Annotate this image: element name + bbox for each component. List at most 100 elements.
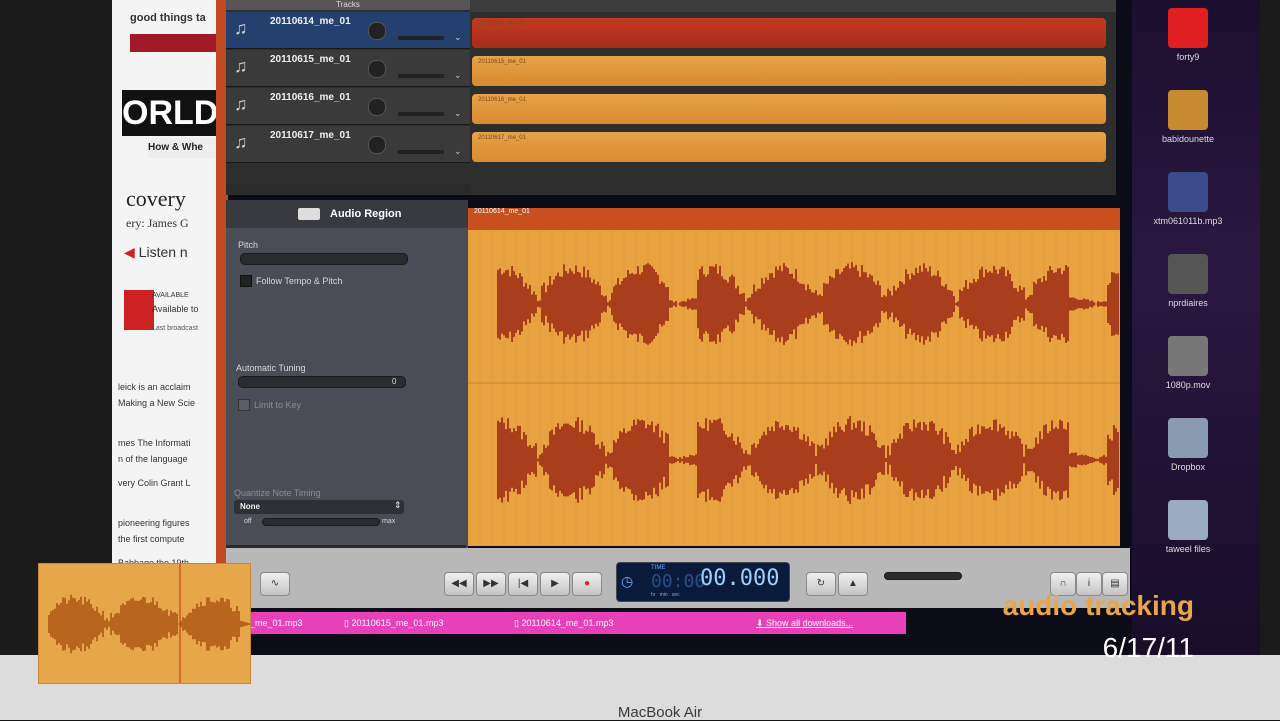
region-name-label: 20110614_me_01 bbox=[474, 208, 530, 215]
listen-text: Listen n bbox=[138, 244, 188, 260]
volume-slider[interactable] bbox=[398, 74, 444, 78]
track-header[interactable]: ♫ 20110616_me_01 ⌄ bbox=[226, 88, 470, 125]
chevron-down-icon: ⌄ bbox=[454, 70, 462, 80]
folder-icon bbox=[1168, 500, 1208, 540]
movie-file-icon bbox=[1168, 336, 1208, 376]
desktop-icon[interactable]: Dropbox bbox=[1142, 418, 1234, 472]
guitar-icon: ♫ bbox=[234, 132, 248, 152]
desktop-icon[interactable]: xtm061011b.mp3 bbox=[1142, 172, 1234, 226]
desktop-icon-label: 1080p.mov bbox=[1165, 380, 1211, 390]
audio-file-icon bbox=[1168, 172, 1208, 212]
track-zoom-bar[interactable] bbox=[226, 184, 470, 194]
download-item[interactable]: _me_01.mp3 bbox=[250, 614, 330, 632]
usb-drive-icon bbox=[1168, 90, 1208, 130]
timeline-ruler[interactable] bbox=[470, 0, 1116, 12]
browser-text: Last broadcast bbox=[152, 325, 198, 332]
browser-listen[interactable]: ◀ Listen n bbox=[124, 244, 188, 261]
desktop-icon-label: taweel files bbox=[1165, 544, 1211, 554]
volume-slider[interactable] bbox=[398, 36, 444, 40]
track-region[interactable]: 20110615_me_01 bbox=[472, 56, 1106, 86]
record-icon: ● bbox=[583, 578, 591, 589]
background-browser: good things ta ORLD How & Whe covery ery… bbox=[112, 0, 222, 600]
editor-ruler[interactable]: 20110614_me_01 bbox=[468, 208, 1120, 230]
follow-tempo-checkbox[interactable] bbox=[240, 275, 252, 287]
browser-text: Available to bbox=[152, 304, 199, 314]
region-label: 20110615_me_01 bbox=[478, 59, 526, 65]
follow-tempo-label: Follow Tempo & Pitch bbox=[256, 276, 343, 286]
track-name: 20110615_me_01 bbox=[270, 54, 351, 65]
track-header[interactable]: ♫ 20110614_me_01 ⌄ bbox=[226, 12, 470, 49]
desktop-icon[interactable]: nprdiaires bbox=[1142, 254, 1234, 308]
flower-icon bbox=[1168, 8, 1208, 48]
waveform-svg bbox=[468, 230, 1120, 546]
desktop-icon-label: Dropbox bbox=[1170, 462, 1206, 472]
show-all-downloads-link[interactable]: ⬇ Show all downloads... bbox=[756, 614, 906, 632]
rewind-icon: ◀◀ bbox=[451, 578, 467, 589]
browser-text: good things ta bbox=[130, 12, 206, 24]
region-label: 20110614_me_01 bbox=[478, 21, 526, 27]
waveform-view-button[interactable]: ∿ bbox=[260, 572, 290, 596]
waveform-editor[interactable] bbox=[468, 208, 1120, 546]
volume-slider[interactable] bbox=[398, 112, 444, 116]
auto-tuning-slider[interactable] bbox=[238, 376, 406, 388]
pitch-slider[interactable] bbox=[240, 253, 408, 265]
browser-text: AVAILABLE bbox=[152, 292, 189, 299]
volume-slider[interactable] bbox=[398, 150, 444, 154]
time-hms: 00:00 bbox=[651, 571, 706, 592]
video-caption: audio tracking bbox=[1002, 590, 1194, 621]
pitch-label: Pitch bbox=[238, 240, 259, 250]
record-button[interactable]: ● bbox=[572, 572, 602, 596]
browser-text: Making a New Scie bbox=[118, 398, 196, 408]
track-name: 20110614_me_01 bbox=[270, 16, 351, 27]
limit-key-label: Limit to Key bbox=[254, 400, 302, 410]
desktop-icon[interactable]: forty9 bbox=[1142, 8, 1234, 62]
time-seconds: 00.000 bbox=[700, 566, 780, 591]
rewind-button[interactable]: ◀◀ bbox=[444, 572, 474, 596]
download-arrow-icon: ⬇ bbox=[756, 618, 767, 628]
cycle-button[interactable]: ↻ bbox=[806, 572, 836, 596]
waveform-icon bbox=[298, 208, 320, 220]
pan-knob[interactable] bbox=[368, 98, 386, 116]
browser-logo-text: ORLD bbox=[122, 90, 222, 136]
select-arrow-icon: ⇕ bbox=[394, 500, 402, 510]
fast-forward-button[interactable]: ▶▶ bbox=[476, 572, 506, 596]
browser-text: mes The Informati bbox=[118, 438, 191, 448]
desktop-icon[interactable]: taweel files bbox=[1142, 500, 1234, 554]
folder-icon bbox=[1168, 418, 1208, 458]
browser-subhead: ery: James G bbox=[126, 216, 189, 230]
browser-banner bbox=[130, 34, 222, 52]
metronome-button[interactable]: ▲ bbox=[838, 572, 868, 596]
download-item[interactable]: ▯ 20110615_me_01.mp3 bbox=[344, 614, 494, 632]
auto-tuning-value: 0 bbox=[392, 377, 397, 386]
master-volume-slider[interactable] bbox=[884, 572, 962, 580]
desktop-icon[interactable]: 1080p.mov bbox=[1142, 336, 1234, 390]
thumbnail-waveform bbox=[48, 564, 250, 683]
guitar-icon: ♫ bbox=[234, 18, 248, 38]
play-button[interactable]: ▶ bbox=[540, 572, 570, 596]
go-to-start-button[interactable]: |◀ bbox=[508, 572, 538, 596]
download-item[interactable]: ▯ 20110614_me_01.mp3 bbox=[514, 614, 664, 632]
track-region[interactable]: 20110614_me_01 bbox=[472, 18, 1106, 48]
track-header[interactable]: ♫ 20110617_me_01 ⌄ bbox=[226, 126, 470, 163]
program-thumbnail bbox=[124, 290, 154, 330]
quantize-value: None bbox=[240, 502, 260, 511]
quantize-slider[interactable] bbox=[262, 518, 380, 526]
loop-icon: ∩ bbox=[1059, 578, 1067, 589]
pan-knob[interactable] bbox=[368, 136, 386, 154]
track-region[interactable]: 20110616_me_01 bbox=[472, 94, 1106, 124]
info-icon: i bbox=[1087, 578, 1091, 589]
time-units: hr min sec bbox=[651, 592, 680, 598]
browser-text: pioneering figures bbox=[118, 518, 190, 528]
quantize-select[interactable]: None ⇕ bbox=[234, 500, 404, 514]
limit-key-checkbox[interactable] bbox=[238, 399, 250, 411]
track-header[interactable]: ♫ 20110615_me_01 ⌄ bbox=[226, 50, 470, 87]
browser-tab-text[interactable]: How & Whe bbox=[148, 138, 222, 158]
desktop-icon[interactable]: babidounette bbox=[1142, 90, 1234, 144]
waveform-icon: ∿ bbox=[270, 578, 280, 589]
guitar-icon: ♫ bbox=[234, 56, 248, 76]
track-region[interactable]: 20110617_me_01 bbox=[472, 132, 1106, 162]
pan-knob[interactable] bbox=[368, 60, 386, 78]
pan-knob[interactable] bbox=[368, 22, 386, 40]
go-to-start-icon: |◀ bbox=[517, 578, 529, 589]
chevron-down-icon: ⌄ bbox=[454, 32, 462, 42]
